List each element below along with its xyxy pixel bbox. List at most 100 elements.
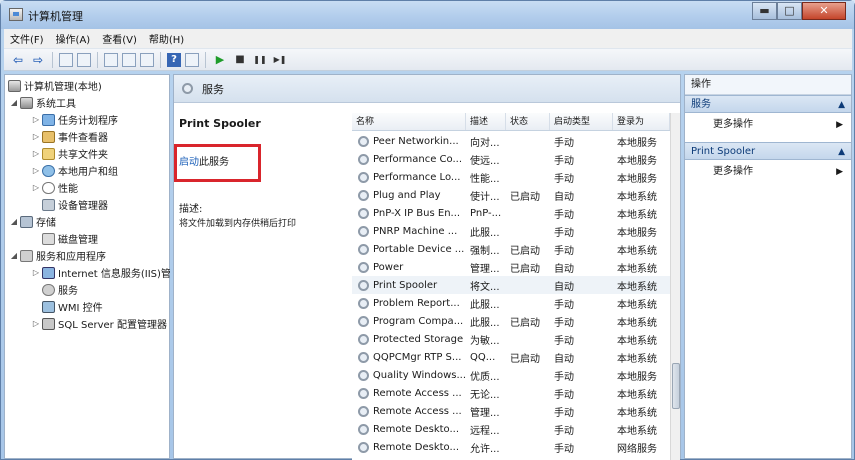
up-level-icon[interactable] [59,52,73,67]
expand-icon[interactable]: ▷ [31,166,41,175]
table-row[interactable]: Program Compa... 此服... 已启动 手动 本地系统 [352,312,670,330]
maximize-button[interactable]: □ [777,2,802,20]
collapse-icon[interactable]: ◢ [9,217,19,226]
expand-icon[interactable]: ▷ [31,115,41,124]
table-row[interactable]: Remote Access ... 管理... 手动 本地系统 [352,402,670,420]
column-status[interactable]: 状态 [506,113,550,130]
show-action-pane-icon[interactable] [185,52,199,67]
table-row[interactable]: Print Spooler 将文... 自动 本地系统 [352,276,670,294]
tree-item-sql[interactable]: ▷ SQL Server 配置管理器 [31,315,167,332]
table-row[interactable]: Performance Lo... 性能... 手动 本地服务 [352,168,670,186]
more-actions-services[interactable]: 更多操作 ▶ [685,116,851,134]
column-name[interactable]: 名称 [352,113,466,130]
tree-item-storage[interactable]: ◢ 存储 [9,213,56,230]
log-on-as-cell: 本地服务 [613,368,670,383]
expand-icon[interactable]: ▷ [31,319,41,328]
column-startup-type[interactable]: 启动类型 [550,113,613,130]
vertical-scrollbar[interactable] [670,113,680,460]
forward-icon[interactable]: ⇨ [30,52,46,68]
table-row[interactable]: Remote Deskto... 远程... 手动 本地系统 [352,420,670,438]
tree-item-wmi[interactable]: WMI 控件 [41,298,103,315]
service-name-cell: Remote Deskto... [352,441,466,453]
log-on-as-cell-text: 本地服务 [617,227,657,239]
log-on-as-cell-text: 本地系统 [617,353,657,365]
table-row[interactable]: QQPCMgr RTP S... QQ... 已启动 自动 本地系统 [352,348,670,366]
description-cell-text: 优质... [470,371,500,383]
tree-item-iis[interactable]: ▷ Internet 信息服务(IIS)管 [31,264,170,281]
table-row[interactable]: Peer Networkin... 向对... 手动 本地服务 [352,132,670,150]
expand-icon[interactable]: ▷ [31,149,41,158]
log-on-as-cell-text: 本地服务 [617,155,657,167]
pause-service-icon[interactable]: ❚❚ [252,52,268,68]
tree-item-event-viewer[interactable]: ▷ 事件查看器 [31,128,108,145]
tree-item-system-tools[interactable]: ◢ 系统工具 [9,94,76,111]
tree-item-shared-folders[interactable]: ▷ 共享文件夹 [31,145,108,162]
service-name-cell-text: Remote Deskto... [373,441,460,453]
refresh-icon[interactable] [122,52,136,67]
column-description[interactable]: 描述 [466,113,506,130]
table-row[interactable]: Remote Deskto... 允许... 手动 网络服务 [352,438,670,456]
table-row[interactable]: PnP-X IP Bus En... PnP-... 手动 本地系统 [352,204,670,222]
menu-help[interactable]: 帮助(H) [149,31,184,46]
more-actions-label: 更多操作 [713,119,753,130]
table-row[interactable]: Power 管理... 已启动 自动 本地系统 [352,258,670,276]
table-row[interactable]: Protected Storage 为敏... 手动 本地系统 [352,330,670,348]
expand-icon[interactable]: ▷ [31,183,41,192]
startup-type-cell-text: 手动 [554,317,574,329]
tree-item-root[interactable]: 计算机管理(本地) [7,77,102,94]
expand-icon[interactable]: ▷ [31,132,41,141]
table-row[interactable]: PNRP Machine ... 此服... 手动 本地服务 [352,222,670,240]
toolbar-separator [97,51,98,68]
table-row[interactable]: Plug and Play 使计... 已启动 自动 本地系统 [352,186,670,204]
back-icon[interactable]: ⇦ [10,52,26,68]
expand-icon[interactable]: ▷ [31,268,41,277]
tree-item-task-scheduler[interactable]: ▷ 任务计划程序 [31,111,118,128]
collapse-icon[interactable]: ▲ [838,143,845,161]
description-label: 描述: [179,204,203,215]
tree-label: 任务计划程序 [58,116,118,127]
actions-section-services[interactable]: 服务 ▲ [685,95,851,113]
menu-view[interactable]: 查看(V) [102,31,137,46]
description-cell-text: 无论... [470,389,500,401]
tree-item-services-apps[interactable]: ◢ 服务和应用程序 [9,247,106,264]
collapse-icon[interactable]: ◢ [9,98,19,107]
more-actions-print-spooler[interactable]: 更多操作 ▶ [685,163,851,181]
start-service-icon[interactable]: ▶ [212,52,228,68]
close-button[interactable]: ✕ [802,2,846,20]
scroll-thumb[interactable] [672,363,680,409]
table-row[interactable]: Remote Access ... 无论... 手动 本地系统 [352,384,670,402]
table-row[interactable]: Performance Co... 使远... 手动 本地服务 [352,150,670,168]
startup-type-cell-text: 手动 [554,137,574,149]
stop-service-icon[interactable]: ■ [232,52,248,68]
table-row[interactable]: Problem Report... 此服... 手动 本地系统 [352,294,670,312]
collapse-icon[interactable]: ◢ [9,251,19,260]
clock-icon [42,113,55,126]
service-name-cell: Program Compa... [352,315,466,327]
tree-item-disk-management[interactable]: 磁盘管理 [41,230,98,247]
service-name-cell: Performance Co... [352,153,466,165]
table-row[interactable]: Portable Device ... 强制... 已启动 手动 本地系统 [352,240,670,258]
description-cell-text: 使远... [470,155,500,167]
actions-section-print-spooler[interactable]: Print Spooler ▲ [685,142,851,160]
tree-item-performance[interactable]: ▷ 性能 [31,179,78,196]
column-log-on-as[interactable]: 登录为 [613,113,670,130]
menu-action[interactable]: 操作(A) [56,31,91,46]
table-row[interactable]: Quality Windows... 优质... 手动 本地服务 [352,366,670,384]
help-icon[interactable]: ? [167,52,181,67]
status-cell-text: 已启动 [510,317,540,329]
log-on-as-cell-text: 本地系统 [617,335,657,347]
table-row[interactable]: Remote Deskto...允许...手动本地系统 [352,456,670,460]
tree-item-services[interactable]: 服务 [41,281,78,298]
service-name-cell-text: Power [373,261,404,273]
properties-icon[interactable] [104,52,118,67]
restart-service-icon[interactable]: ▶❚ [272,52,288,68]
shared-folder-icon [42,147,55,160]
tree-item-local-users[interactable]: ▷ 本地用户和组 [31,162,118,179]
tree-item-device-manager[interactable]: 设备管理器 [41,196,108,213]
title-bar[interactable]: 计算机管理 ▬ □ ✕ [1,1,854,29]
export-list-icon[interactable] [140,52,154,67]
minimize-button[interactable]: ▬ [752,2,777,20]
collapse-icon[interactable]: ▲ [838,96,845,114]
show-hide-tree-icon[interactable] [77,52,91,67]
menu-file[interactable]: 文件(F) [10,31,44,46]
